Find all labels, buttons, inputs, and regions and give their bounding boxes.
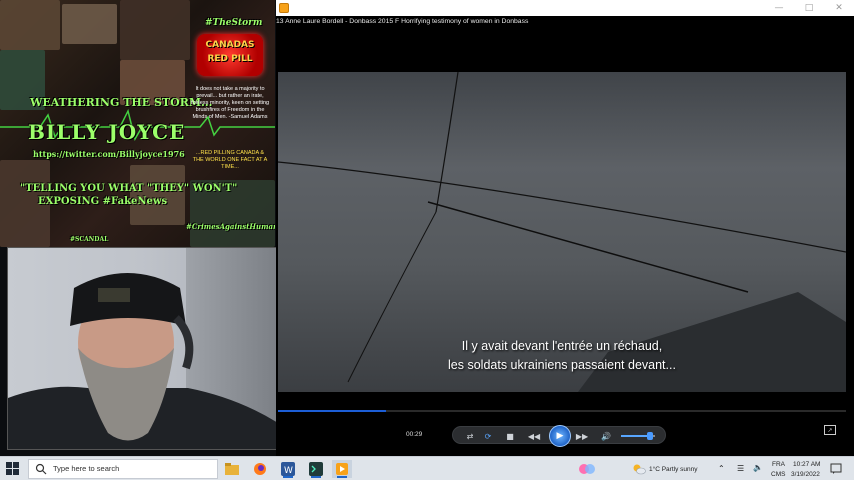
window-controls: — □ ✕	[764, 0, 854, 16]
banner-weathering: WEATHERING THE STORM...	[30, 96, 213, 109]
clock-date[interactable]: 3/19/2022	[791, 471, 820, 478]
terminal-icon[interactable]	[306, 460, 326, 478]
seek-bar-progress	[278, 410, 386, 412]
minimize-icon[interactable]: —	[764, 0, 794, 16]
elapsed-time: 00:29	[406, 431, 423, 438]
badge-line-1: CANADAS	[205, 40, 255, 50]
network-icon[interactable]: ☰	[737, 464, 744, 473]
now-playing-title: 13 Anne Laure Bordell - Donbass 2015 F H…	[276, 18, 529, 25]
video-frame[interactable]: Il y avait devant l'entrée un réchaud, l…	[278, 72, 846, 392]
banner-url: https://twitter.com/Billyjoyce1976	[33, 149, 185, 159]
banner-exposing: EXPOSING #FakeNews	[38, 196, 168, 207]
previous-icon[interactable]: ◀◀	[527, 429, 541, 443]
media-player-window: — □ ✕ 13 Anne Laure Bordell - Donbass 20…	[276, 0, 854, 456]
banner-quote-2: ...RED PILLING CANADA & THE WORLD ONE FA…	[192, 150, 268, 170]
media-player-icon	[279, 3, 289, 13]
svg-text:W: W	[284, 466, 293, 476]
windows-taskbar: Type here to search W 1°C Partly sunny ⌃…	[0, 456, 854, 480]
weather-text[interactable]: 1°C Partly sunny	[649, 466, 697, 473]
word-icon[interactable]: W	[278, 460, 298, 478]
banner-name: BILLY JOYCE	[28, 120, 186, 144]
volume-slider[interactable]	[621, 432, 655, 440]
canadas-red-pill-badge: CANADAS RED PILL	[197, 34, 263, 76]
subtitle-line-1: Il y avait devant l'entrée un réchaud,	[461, 339, 663, 353]
video-subtitles: Il y avait devant l'entrée un réchaud, l…	[278, 337, 846, 375]
channel-banner: CANADAS RED PILL #TheStorm WEATHERING TH…	[0, 0, 275, 247]
collage-photo	[0, 0, 60, 50]
repeat-icon[interactable]: ⟳	[481, 429, 495, 443]
language-primary[interactable]: FRA	[772, 461, 785, 468]
volume-icon[interactable]: 🔊	[599, 429, 613, 443]
play-icon[interactable]: ▶	[549, 425, 571, 447]
speaker-icon[interactable]: 🔈	[753, 463, 763, 472]
badge-line-2: RED PILL	[207, 54, 253, 64]
weather-icon[interactable]	[632, 463, 646, 475]
shuffle-icon[interactable]: ⇄	[463, 429, 477, 443]
file-explorer-icon[interactable]	[222, 460, 242, 478]
seek-bar[interactable]	[278, 410, 846, 412]
collage-photo	[120, 0, 190, 60]
maximize-icon[interactable]: □	[794, 0, 824, 16]
notification-icon[interactable]	[830, 463, 842, 475]
banner-telling: "TELLING YOU WHAT "THEY" WON'T"	[20, 183, 238, 194]
tag-crimes: #CrimesAgainstHumanity	[186, 222, 275, 231]
collage-photo	[62, 4, 117, 44]
volume-level	[621, 435, 650, 437]
streamer-figure	[8, 273, 276, 449]
chevron-up-icon[interactable]: ⌃	[718, 464, 725, 473]
fullscreen-icon[interactable]: ↗	[824, 425, 836, 435]
taskbar-search-box[interactable]: Type here to search	[28, 459, 218, 479]
search-placeholder: Type here to search	[53, 464, 120, 473]
webcam-feed	[7, 247, 277, 450]
subtitle-line-2: les soldats ukrainiens passaient devant.…	[448, 358, 676, 372]
desktop: CANADAS RED PILL #TheStorm WEATHERING TH…	[0, 0, 854, 480]
window-titlebar: — □ ✕	[276, 0, 854, 16]
windows-start-icon[interactable]	[6, 462, 20, 476]
volume-handle[interactable]	[646, 432, 653, 440]
colorful-app-icon[interactable]	[577, 460, 597, 478]
stop-icon[interactable]: ■	[503, 429, 517, 443]
next-icon[interactable]: ▶▶	[575, 429, 589, 443]
search-icon	[35, 463, 47, 475]
playback-controls: ⇄ ⟳ ■ ◀◀ ▶ ▶▶ 🔊	[452, 425, 666, 447]
media-player-taskbar-icon[interactable]	[332, 460, 352, 478]
language-secondary[interactable]: CMS	[771, 471, 785, 478]
close-icon[interactable]: ✕	[824, 0, 854, 16]
clock-time[interactable]: 10:27 AM	[793, 461, 820, 468]
banner-quote: It does not take a majority to prevail..…	[190, 86, 270, 120]
tag-scandal: #SCANDAL	[70, 236, 109, 243]
collage-photo	[130, 165, 185, 225]
tag-storm: #TheStorm	[205, 18, 263, 28]
firefox-icon[interactable]	[250, 460, 270, 478]
